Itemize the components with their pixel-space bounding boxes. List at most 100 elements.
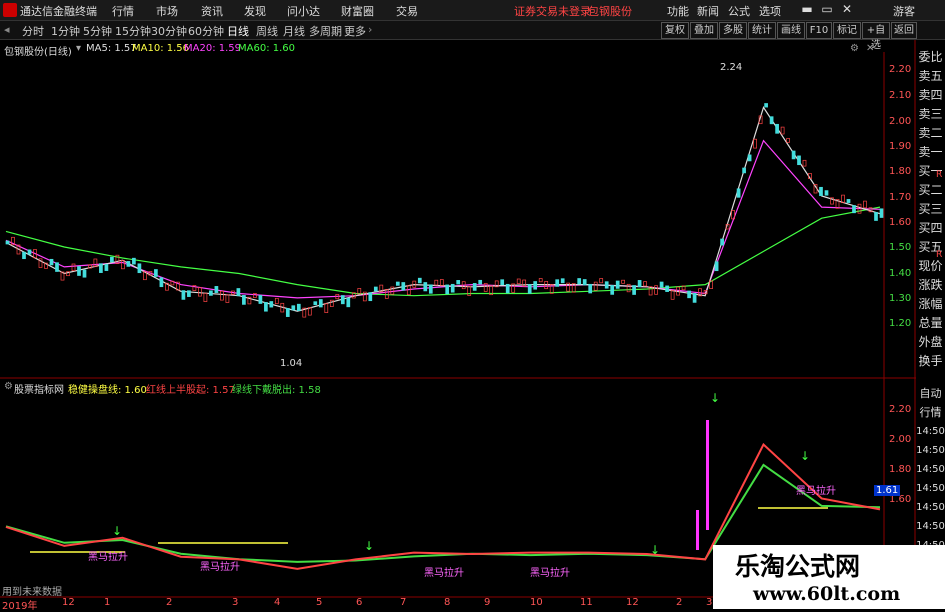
menu-item[interactable]: 功能 (667, 3, 689, 19)
candle (736, 188, 741, 198)
candle (49, 258, 54, 266)
candle (687, 290, 691, 299)
chart-area[interactable]: ↓ ↓ ↓ ↓ ↓ 包钢股份(日线) ▾ MA5: 1.57 MA10: 1.56 MA… (0, 40, 945, 612)
period-tab[interactable]: 5分钟 (83, 23, 112, 39)
candle (22, 251, 26, 260)
candle (720, 238, 724, 246)
menu-item[interactable]: 公式 (728, 3, 750, 19)
indicator-legend: 红线上半股起: 1.57 (146, 385, 235, 396)
login-alert[interactable]: 证券交易未登录 (514, 3, 591, 19)
toolbar-button[interactable]: 叠加 (690, 22, 718, 39)
menu-item[interactable]: 发现 (244, 3, 266, 19)
candle (159, 277, 164, 288)
candle (428, 284, 433, 294)
indicator-legend: 绿线下戴脱出: 1.58 (232, 385, 321, 396)
toolbar-button[interactable]: F10 (806, 22, 832, 39)
side-item[interactable]: 涨幅 (916, 295, 945, 314)
menu-item[interactable]: 市场 (156, 3, 178, 19)
candle (264, 302, 268, 312)
candle (456, 280, 461, 285)
guest-label[interactable]: 游客 (893, 3, 915, 19)
menu-item[interactable]: 财富圈 (341, 3, 374, 19)
candle (670, 290, 675, 300)
toolbar-back-icon[interactable]: ◂ (4, 23, 10, 36)
side-item[interactable]: 买四 (916, 219, 945, 238)
candle (577, 278, 582, 285)
candle (516, 278, 521, 284)
menu-item[interactable]: 选项 (759, 3, 781, 19)
side-item[interactable]: 换手 (916, 352, 945, 371)
signal-arrow-icon: ↓ (710, 391, 720, 405)
side-item[interactable]: 卖四 (916, 86, 945, 105)
x-tick: 2 (166, 597, 173, 608)
candle (99, 263, 103, 273)
candle (637, 280, 642, 288)
panel-close-icon[interactable]: ✕ (866, 43, 874, 54)
restore-icon[interactable]: ▭ (820, 2, 834, 16)
more-chevron-icon[interactable]: › (368, 23, 372, 36)
candle (819, 186, 823, 197)
candle (154, 269, 158, 277)
current-value-tag: 1.61 (874, 485, 901, 496)
toolbar-button[interactable]: 多股 (719, 22, 747, 39)
side-item[interactable]: 卖三 (916, 105, 945, 124)
candle (538, 278, 543, 283)
period-tab[interactable]: 15分钟 (115, 23, 151, 39)
toolbar-button[interactable]: +自选 (862, 22, 890, 51)
candle (863, 200, 867, 209)
period-tab[interactable]: 周线 (256, 23, 278, 39)
menu-item[interactable]: 新闻 (697, 3, 719, 19)
signal-arrow-icon: ↓ (112, 524, 122, 538)
candle (5, 240, 10, 245)
period-tab[interactable]: 更多 (344, 23, 366, 39)
panel-settings-icon[interactable]: ⚙ (850, 43, 859, 54)
candle (450, 283, 455, 293)
period-tab[interactable]: 多周期 (309, 23, 342, 39)
toolbar-button[interactable]: 返回 (891, 22, 917, 39)
app-title: 通达信金融终端 (20, 5, 97, 18)
signal-label: 黑马拉升 (530, 568, 570, 579)
candle (632, 285, 636, 295)
minimize-icon[interactable]: ▬ (800, 2, 814, 16)
candle (874, 212, 878, 221)
candle (384, 289, 389, 299)
side-item[interactable]: 卖五 (916, 67, 945, 86)
side-item[interactable]: 涨跌 (916, 276, 945, 295)
side-item[interactable]: 总量 (916, 314, 945, 333)
period-tab[interactable]: 30分钟 (151, 23, 187, 39)
period-toolbar: ◂ 分时 1分钟 5分钟 15分钟 30分钟 60分钟 日线 周线 月线 多周期… (0, 21, 945, 51)
menu-item[interactable]: 问小达 (287, 3, 320, 19)
chart-svg[interactable]: ↓ ↓ ↓ ↓ ↓ (0, 40, 945, 609)
indicator-settings-icon[interactable]: ⚙ (4, 381, 13, 392)
y-tick: 1.50 (889, 242, 912, 253)
side-item[interactable]: 委比 (916, 48, 945, 67)
side-item[interactable]: 行情 (916, 403, 945, 422)
x-tick: 10 (530, 597, 543, 608)
toolbar-button[interactable]: 画线 (777, 22, 805, 39)
toolbar-button[interactable]: 标记 (833, 22, 861, 39)
period-tab-active[interactable]: 日线 (227, 23, 249, 39)
menu-item[interactable]: 资讯 (201, 3, 223, 19)
side-time: 14:50 (916, 445, 945, 456)
toolbar-button[interactable]: 复权 (661, 22, 689, 39)
x-tick: 5 (316, 597, 323, 608)
side-item[interactable]: 卖一 (916, 143, 945, 162)
side-item[interactable]: 自动 (916, 384, 945, 403)
candle (340, 295, 345, 305)
side-item[interactable]: 买三 (916, 200, 945, 219)
dropdown-icon[interactable]: ▾ (76, 43, 81, 54)
period-tab[interactable]: 1分钟 (51, 23, 80, 39)
side-item[interactable]: 买二 (916, 181, 945, 200)
toolbar-button[interactable]: 统计 (748, 22, 776, 39)
period-tab[interactable]: 60分钟 (188, 23, 224, 39)
candle (269, 301, 274, 308)
side-item[interactable]: 卖二 (916, 124, 945, 143)
candle (71, 263, 76, 272)
candle (291, 305, 296, 311)
period-tab[interactable]: 分时 (22, 23, 44, 39)
menu-item[interactable]: 行情 (112, 3, 134, 19)
side-item[interactable]: 外盘 (916, 333, 945, 352)
period-tab[interactable]: 月线 (283, 23, 305, 39)
close-icon[interactable]: ✕ (840, 2, 854, 16)
menu-item[interactable]: 交易 (396, 3, 418, 19)
